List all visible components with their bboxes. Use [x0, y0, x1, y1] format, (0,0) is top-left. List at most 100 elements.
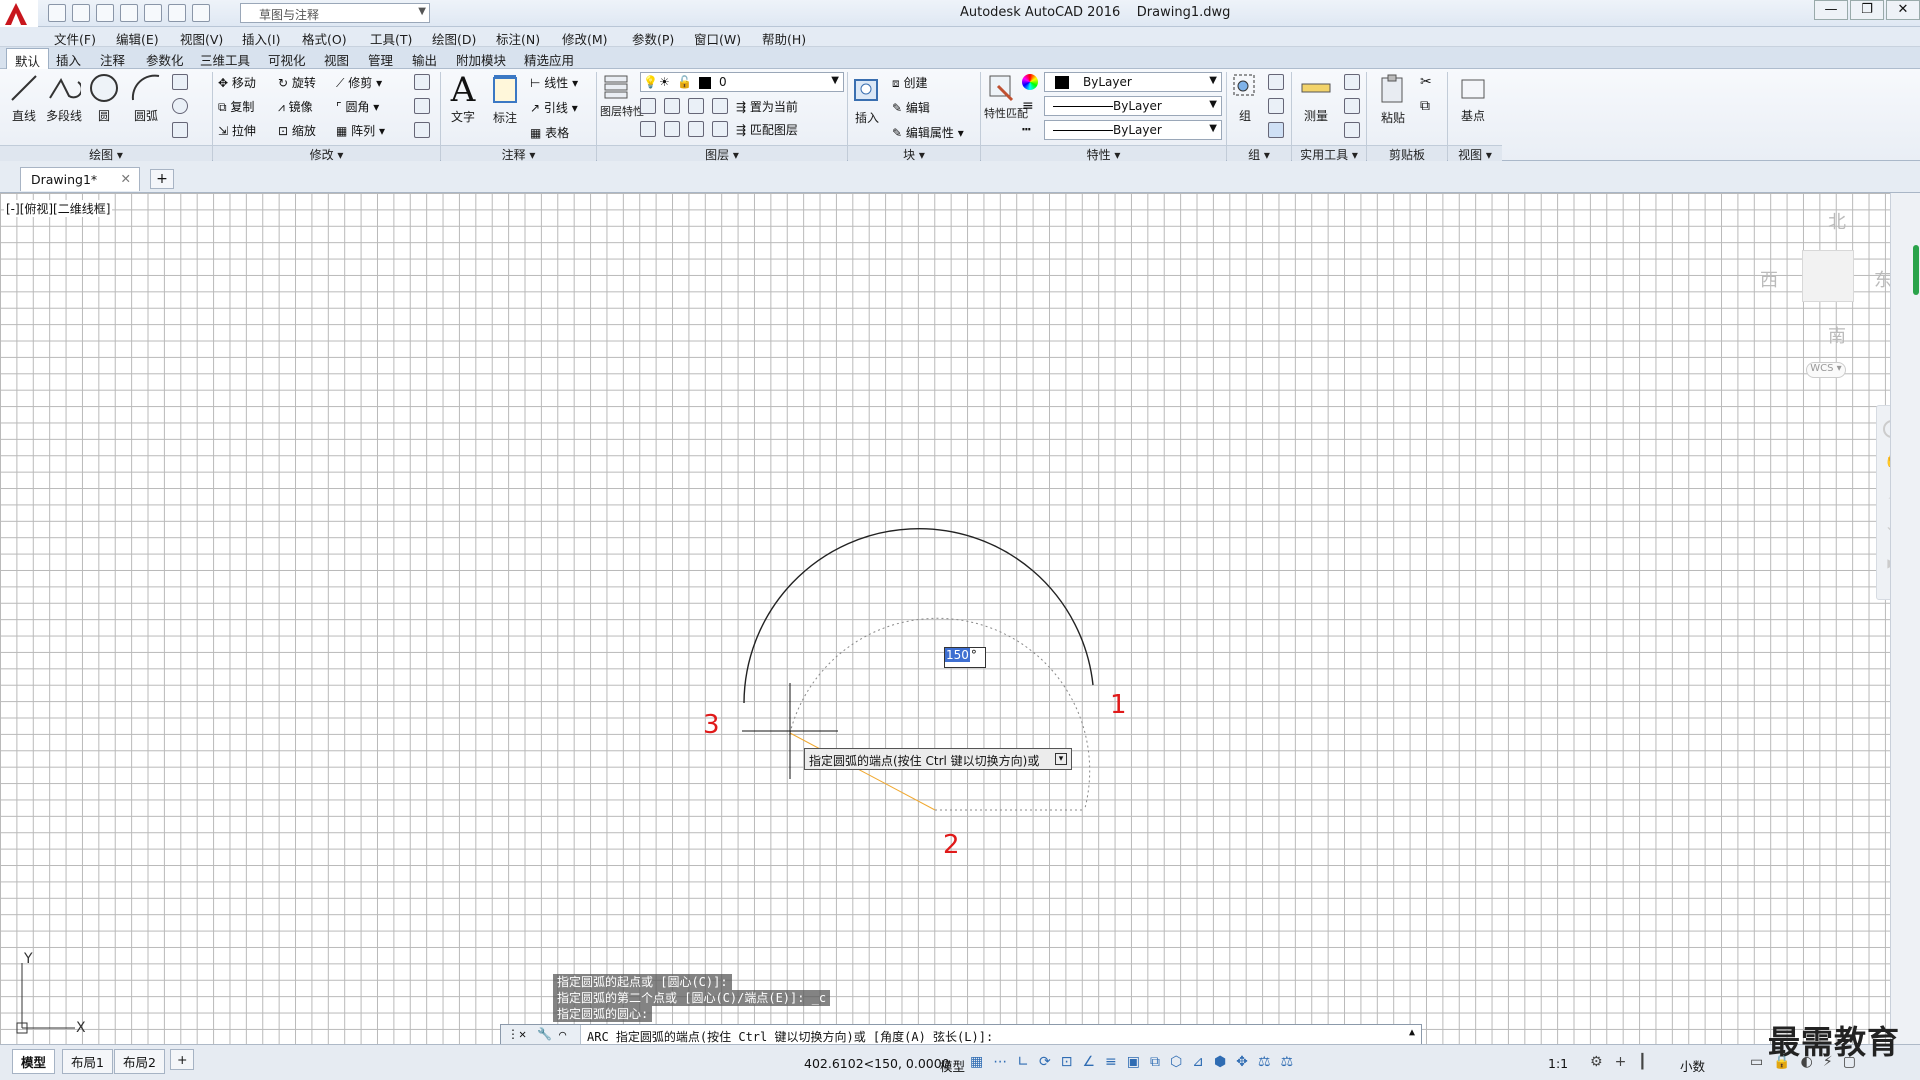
measure-button[interactable]: 测量: [1298, 72, 1334, 124]
layer-lock-icon[interactable]: [712, 98, 728, 114]
tab-home[interactable]: 默认: [6, 48, 50, 69]
menu-format[interactable]: 格式(O): [302, 29, 347, 48]
scale-button[interactable]: ⊡ 缩放: [278, 122, 316, 139]
hatch-icon[interactable]: [172, 122, 188, 138]
dynamic-angle-input[interactable]: 150 °: [944, 647, 986, 668]
panel-title-block[interactable]: 块 ▾: [848, 145, 980, 162]
lineweight-toggle-icon[interactable]: ≡: [1105, 1054, 1117, 1070]
panel-title-view[interactable]: 视图 ▾: [1448, 145, 1502, 162]
wrench-icon[interactable]: 🔧: [537, 1027, 552, 1041]
lineweight-dropdown[interactable]: ByLayer ▼: [1044, 120, 1222, 140]
leader-button[interactable]: ↗ 引线 ▾: [530, 99, 578, 116]
quick-properties-icon[interactable]: ▭: [1750, 1054, 1763, 1070]
redo-icon[interactable]: [192, 4, 210, 22]
down-arrow-icon[interactable]: ▾: [1055, 753, 1067, 765]
layer-properties-button[interactable]: 图层特性: [600, 72, 644, 118]
minimize-icon[interactable]: —: [1814, 0, 1848, 20]
selection-cycling-icon[interactable]: ⧉: [1150, 1054, 1160, 1070]
array-button[interactable]: ▦ 阵列 ▾: [336, 122, 385, 139]
layer-isolate-icon[interactable]: [664, 98, 680, 114]
new-icon[interactable]: [48, 4, 66, 22]
units-selector[interactable]: 小数: [1680, 1056, 1705, 1075]
lineweight-icon[interactable]: ≡: [1022, 98, 1038, 114]
line-button[interactable]: 直线: [8, 72, 40, 124]
command-line[interactable]: ⋮ ✕ 🔧 ⌒ ARC 指定圆弧的端点(按住 Ctrl 键以切换方向)或 [角度…: [500, 1024, 1422, 1046]
menu-dimension[interactable]: 标注(N): [496, 29, 540, 48]
menu-help[interactable]: 帮助(H): [762, 29, 806, 48]
otrack-icon[interactable]: ∠: [1082, 1054, 1095, 1070]
linetype-dropdown[interactable]: ByLayer ▼: [1044, 96, 1222, 116]
undo-icon[interactable]: [168, 4, 186, 22]
base-button[interactable]: 基点: [1456, 72, 1490, 124]
panel-title-draw[interactable]: 绘图 ▾: [0, 145, 212, 162]
text-button[interactable]: A 文字: [448, 72, 478, 125]
arc-button[interactable]: 圆弧: [128, 72, 164, 124]
open-icon[interactable]: [72, 4, 90, 22]
calculator-icon[interactable]: [1344, 122, 1360, 138]
auto-scale-icon[interactable]: ⚖: [1280, 1054, 1293, 1070]
gizmo-icon[interactable]: ✥: [1236, 1054, 1248, 1070]
color-wheel-icon[interactable]: [1022, 74, 1038, 90]
offset-icon[interactable]: [414, 122, 430, 138]
document-tab[interactable]: Drawing1* ✕: [20, 167, 140, 191]
table-button[interactable]: ▦ 表格: [530, 124, 578, 141]
erase-icon[interactable]: [414, 74, 430, 90]
stretch-button[interactable]: ⇲ 拉伸: [218, 122, 256, 139]
menu-window[interactable]: 窗口(W): [694, 29, 741, 48]
panel-title-utilities[interactable]: 实用工具 ▾: [1292, 145, 1366, 162]
quick-select-icon[interactable]: [1344, 74, 1360, 90]
ortho-icon[interactable]: ∟: [1017, 1054, 1029, 1070]
layout-tab-model[interactable]: 模型: [12, 1049, 56, 1074]
mirror-button[interactable]: ⩘ 镜像: [278, 98, 313, 115]
polar-icon[interactable]: ⟳: [1039, 1054, 1051, 1070]
linetype-icon[interactable]: ┅: [1022, 122, 1038, 138]
layer-freeze-icon[interactable]: [688, 98, 704, 114]
layer-on-icon[interactable]: [640, 121, 656, 137]
ellipse-icon[interactable]: [172, 98, 188, 114]
match-layer-button[interactable]: ⇶ 匹配图层: [736, 121, 798, 138]
explode-icon[interactable]: [414, 98, 430, 114]
panel-title-annotation[interactable]: 注释 ▾: [441, 145, 596, 162]
snap-icon[interactable]: ⋯: [993, 1054, 1007, 1070]
scroll-thumb[interactable]: [1913, 245, 1919, 295]
menu-file[interactable]: 文件(F): [54, 29, 96, 48]
rotate-button[interactable]: ↻ 旋转: [278, 74, 316, 91]
save-icon[interactable]: [96, 4, 114, 22]
rectangle-icon[interactable]: [172, 74, 188, 90]
layer-unisolate-icon[interactable]: [664, 121, 680, 137]
tab-manage[interactable]: 管理: [368, 50, 393, 69]
tab-featured-apps[interactable]: 精选应用: [524, 50, 574, 69]
tab-annotate[interactable]: 注释: [100, 50, 125, 69]
panel-title-layers[interactable]: 图层 ▾: [597, 145, 847, 162]
panel-title-properties[interactable]: 特性 ▾: [981, 145, 1226, 162]
move-button[interactable]: ✥ 移动: [218, 74, 256, 91]
color-dropdown[interactable]: ByLayer ▼: [1044, 72, 1222, 92]
osnap-icon[interactable]: ⊡: [1061, 1054, 1073, 1070]
linear-button[interactable]: ⊢ 线性 ▾: [530, 74, 578, 91]
layer-unlock-icon[interactable]: [712, 121, 728, 137]
group-edit-icon[interactable]: [1268, 98, 1284, 114]
layer-off-icon[interactable]: [640, 98, 656, 114]
tab-insert[interactable]: 插入: [56, 50, 81, 69]
group-select-icon[interactable]: [1268, 122, 1284, 138]
edit-attributes-button[interactable]: ✎ 编辑属性 ▾: [892, 124, 964, 141]
vertical-bar-icon[interactable]: ┃: [1638, 1054, 1646, 1070]
fillet-button[interactable]: ⌜ 圆角 ▾: [336, 98, 379, 115]
set-current-button[interactable]: ⇶ 置为当前: [736, 98, 798, 115]
layout-tab-layout2[interactable]: 布局2: [114, 1049, 165, 1074]
copy-clip-icon[interactable]: ⧉: [1420, 98, 1432, 114]
annotation-visibility-icon[interactable]: ⚖: [1258, 1054, 1271, 1070]
layer-dropdown[interactable]: 💡 ☀ 🔓 0 ▼: [640, 72, 844, 92]
create-block-button[interactable]: ⧈ 创建: [892, 74, 964, 91]
tab-3d-tools[interactable]: 三维工具: [200, 50, 250, 69]
chevron-up-icon[interactable]: ▲: [1409, 1027, 1415, 1038]
close-icon[interactable]: ✕: [121, 171, 131, 186]
match-properties-button[interactable]: 特性匹配: [984, 72, 1028, 120]
polyline-button[interactable]: 多段线: [44, 72, 84, 124]
selection-filter-icon[interactable]: ⬢: [1214, 1054, 1226, 1070]
tab-output[interactable]: 输出: [412, 50, 437, 69]
tab-addins[interactable]: 附加模块: [456, 50, 506, 69]
grid-icon[interactable]: ▦: [970, 1054, 983, 1070]
viewcube-face[interactable]: [1802, 250, 1854, 302]
menu-view[interactable]: 视图(V): [180, 29, 223, 48]
